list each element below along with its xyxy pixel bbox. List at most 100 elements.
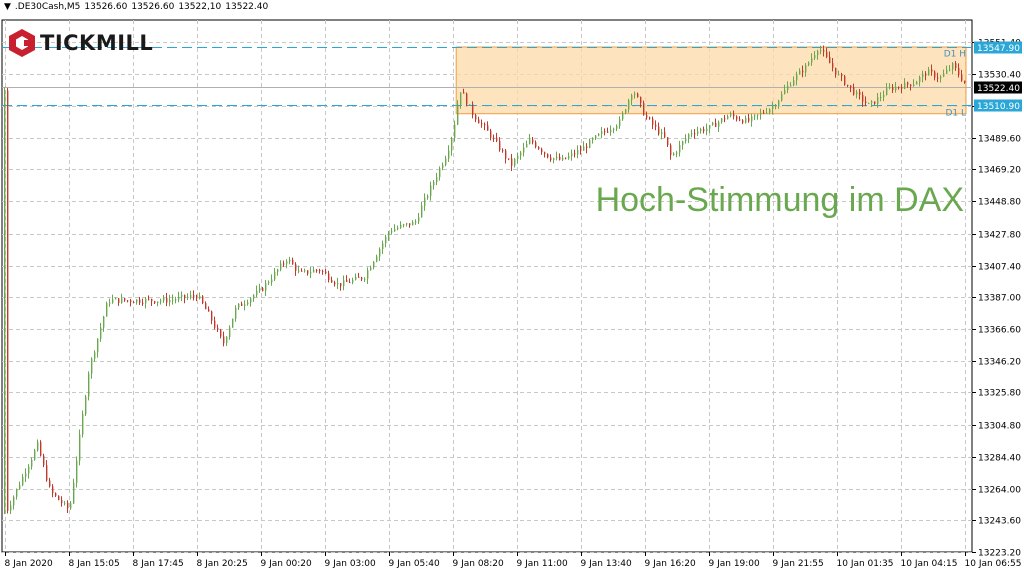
candle-body bbox=[754, 114, 756, 117]
candle-body bbox=[571, 153, 573, 157]
candle-body bbox=[502, 150, 504, 152]
candle-body bbox=[958, 67, 960, 75]
candle-body bbox=[346, 280, 348, 282]
candle-body bbox=[184, 294, 186, 298]
candle-body bbox=[289, 259, 291, 262]
candle-body bbox=[619, 119, 621, 127]
x-tick-label: 9 Jan 08:20 bbox=[453, 559, 505, 569]
candle-body bbox=[55, 493, 57, 496]
candle-body bbox=[286, 261, 288, 264]
candle-body bbox=[733, 114, 735, 117]
candle-body bbox=[337, 283, 339, 285]
candle-body bbox=[907, 82, 909, 85]
candle-body bbox=[937, 77, 939, 79]
candle-body bbox=[823, 50, 825, 52]
candle-body bbox=[49, 480, 51, 487]
candle-body bbox=[655, 124, 657, 127]
x-tick-label: 10 Jan 04:15 bbox=[901, 559, 958, 569]
candle-body bbox=[673, 153, 675, 156]
candle-body bbox=[736, 116, 738, 120]
candle bbox=[466, 92, 468, 107]
candle-body bbox=[649, 117, 651, 119]
candle-body bbox=[472, 104, 474, 116]
candle-body bbox=[106, 302, 108, 317]
candle-body bbox=[610, 129, 612, 133]
candle-body bbox=[481, 123, 483, 125]
candle-body bbox=[670, 145, 672, 156]
candle-body bbox=[283, 263, 285, 265]
dropdown-arrow-icon[interactable]: ▼ bbox=[4, 2, 11, 12]
candle-body bbox=[214, 320, 216, 328]
candle-body bbox=[250, 298, 252, 303]
candle-body bbox=[85, 396, 87, 415]
candle-body bbox=[313, 269, 315, 273]
candle-body bbox=[712, 122, 714, 126]
candle-body bbox=[16, 488, 18, 497]
y-tick-label: 13264.00 bbox=[978, 486, 1021, 496]
candle-body bbox=[838, 74, 840, 76]
candle-body bbox=[307, 270, 309, 274]
candle-body bbox=[463, 92, 465, 94]
candle-body bbox=[145, 298, 147, 304]
candle-body bbox=[520, 152, 522, 156]
price-zone bbox=[455, 46, 967, 115]
candle-body bbox=[508, 158, 510, 160]
candle-body bbox=[160, 300, 162, 302]
candle-body bbox=[376, 256, 378, 262]
candle bbox=[43, 453, 45, 468]
candle-body bbox=[676, 152, 678, 154]
candle-body bbox=[274, 271, 276, 280]
candle-body bbox=[196, 296, 198, 299]
candle-body bbox=[280, 263, 282, 270]
candle-body bbox=[745, 117, 747, 123]
price-chart[interactable]: 13551.4013530.4013510.0013489.6013469.20… bbox=[0, 0, 1024, 576]
candle-body bbox=[961, 74, 963, 81]
candle-body bbox=[259, 288, 261, 291]
candle-body bbox=[199, 296, 201, 299]
candle-body bbox=[316, 269, 318, 271]
candle-body bbox=[439, 168, 441, 178]
candle-body bbox=[220, 329, 222, 337]
candle-body bbox=[40, 441, 42, 456]
y-tick-label: 13489.60 bbox=[978, 135, 1021, 145]
candle-body bbox=[385, 236, 387, 244]
candle-body bbox=[244, 304, 246, 306]
candle-body bbox=[391, 231, 393, 233]
y-tick-label: 13387.00 bbox=[978, 294, 1021, 304]
candle-body bbox=[64, 502, 66, 504]
candle-body bbox=[76, 460, 78, 483]
candle-body bbox=[535, 142, 537, 147]
candle-body bbox=[319, 270, 321, 272]
candle bbox=[34, 448, 36, 461]
candle-body bbox=[856, 91, 858, 95]
candle-body bbox=[322, 270, 324, 272]
candle-body bbox=[895, 86, 897, 91]
candle-body bbox=[778, 100, 780, 107]
candle bbox=[40, 440, 42, 457]
candle-body bbox=[352, 279, 354, 283]
candle-body bbox=[700, 129, 702, 132]
candle-body bbox=[868, 102, 870, 104]
candle-body bbox=[31, 459, 33, 467]
candle-body bbox=[529, 139, 531, 144]
candle-body bbox=[79, 434, 81, 461]
candle-body bbox=[880, 97, 882, 99]
candle-body bbox=[724, 118, 726, 120]
candle-body bbox=[817, 51, 819, 56]
candle-body bbox=[367, 270, 369, 279]
candle-body bbox=[229, 327, 231, 337]
candle-body bbox=[667, 137, 669, 146]
candle-body bbox=[100, 327, 102, 339]
candle-body bbox=[13, 496, 15, 506]
candle-body bbox=[568, 156, 570, 159]
candle-body bbox=[88, 373, 90, 397]
candle-body bbox=[835, 67, 837, 75]
candle-body bbox=[172, 299, 174, 301]
candle-body bbox=[412, 221, 414, 226]
candle-body bbox=[865, 101, 867, 103]
candle-body bbox=[97, 338, 99, 353]
x-tick-label: 10 Jan 06:55 bbox=[965, 559, 1022, 569]
candle-body bbox=[112, 299, 114, 303]
candle-body bbox=[19, 485, 21, 489]
candle-body bbox=[598, 133, 600, 136]
